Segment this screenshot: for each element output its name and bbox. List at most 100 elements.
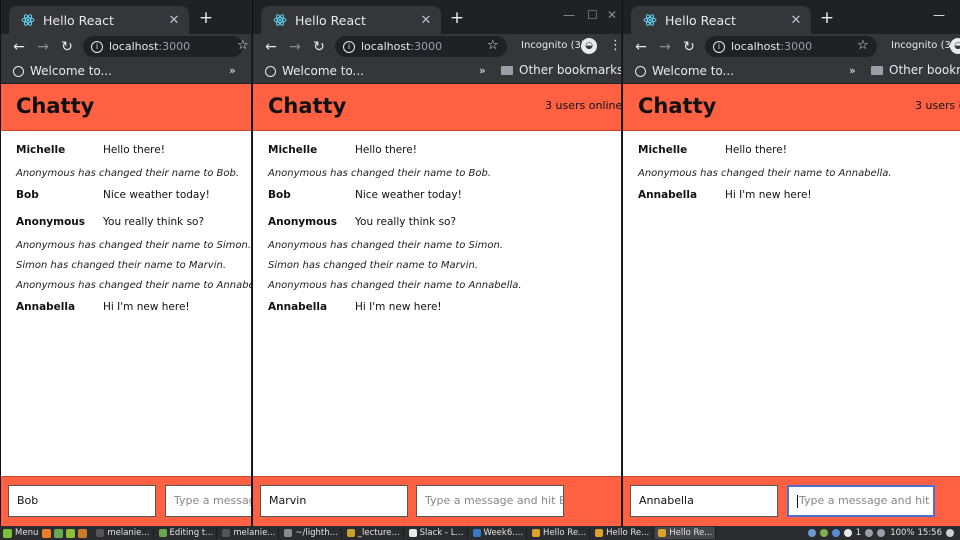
taskbar-window-item[interactable]: melanie... <box>219 527 280 539</box>
address-bar[interactable]: i localhost:3000 <box>83 36 243 57</box>
close-icon[interactable]: ✕ <box>417 13 435 28</box>
reload-icon[interactable]: ↻ <box>307 39 331 55</box>
volume-icon[interactable] <box>865 529 874 537</box>
minimize-icon[interactable]: — <box>933 8 945 22</box>
firefox-launcher-icon[interactable] <box>42 528 52 538</box>
react-logo-icon <box>643 13 657 27</box>
username-input[interactable]: Marvin <box>260 485 408 517</box>
app-icon <box>532 529 541 537</box>
system-notification: Simon has changed their name to Marvin. <box>268 260 478 271</box>
app-icon <box>595 529 604 537</box>
close-icon[interactable]: ✕ <box>787 13 805 28</box>
wifi-icon[interactable] <box>877 529 886 537</box>
kebab-menu-icon[interactable]: ⋮ <box>609 38 621 53</box>
taskbar-window-item[interactable]: _lecture... <box>344 527 404 539</box>
sublime-launcher-icon[interactable] <box>78 528 88 538</box>
tab-hello-react[interactable]: Hello React ✕ <box>9 6 189 34</box>
incognito-icon[interactable]: ◒ <box>950 38 960 54</box>
message-username: Annabella <box>16 301 76 313</box>
taskbar-window-item[interactable]: Hello Re... <box>592 527 654 539</box>
message-input[interactable]: Type a message and hit ENTER <box>787 485 935 517</box>
arrow-left-icon[interactable]: ← <box>7 39 31 55</box>
username-input[interactable]: Bob <box>8 485 156 517</box>
address-host: localhost <box>109 40 159 53</box>
other-bookmarks[interactable]: Other bookmarks <box>501 63 621 77</box>
update-icon[interactable] <box>819 529 828 537</box>
info-icon[interactable]: i <box>91 40 103 53</box>
taskbar-window-item[interactable]: Week6.... <box>470 527 528 539</box>
star-icon[interactable]: ☆ <box>237 38 249 53</box>
taskbar-item-label: Editing t... <box>169 528 214 538</box>
chat-bar: Marvin Type a message and hit ENTER <box>253 476 621 526</box>
browser-toolbar: ← → ↻ i localhost:3000 ☆ Incognito (3) ◒ <box>623 34 960 59</box>
taskbar-window-item[interactable]: ~/lighth... <box>281 527 342 539</box>
minimize-icon[interactable]: — <box>563 8 575 22</box>
taskbar-window-item[interactable]: Editing t... <box>156 527 218 539</box>
message-username: Michelle <box>16 144 66 156</box>
message-input[interactable]: Type a message and hit ENTER <box>416 485 564 517</box>
bookmark-welcome[interactable]: Welcome to... <box>30 64 112 78</box>
message-input[interactable]: Type a message and hit ENTER <box>165 485 251 517</box>
network-icon[interactable] <box>807 529 816 537</box>
arrow-left-icon[interactable]: ← <box>629 39 653 55</box>
star-icon[interactable]: ☆ <box>857 38 869 53</box>
app-icon <box>346 529 355 537</box>
start-menu-label: Menu <box>15 528 39 538</box>
address-host: localhost <box>361 40 411 53</box>
incognito-icon[interactable]: ◒ <box>581 38 597 54</box>
address-port: :3000 <box>780 40 813 53</box>
chevron-double-right-icon[interactable]: » <box>849 64 856 77</box>
power-icon[interactable] <box>946 529 954 537</box>
app-icon <box>408 529 417 537</box>
reload-icon[interactable]: ↻ <box>55 39 79 55</box>
maximize-icon[interactable]: ☐ <box>587 8 598 22</box>
taskbar-window-item[interactable]: Slack - L... <box>406 527 468 539</box>
plus-icon[interactable]: + <box>196 8 216 28</box>
browser-toolbar: ← → ↻ i localhost:3000 ☆ <box>1 34 251 59</box>
plus-icon[interactable]: + <box>447 8 467 28</box>
info-icon[interactable]: i <box>713 40 725 53</box>
globe-icon <box>265 65 276 77</box>
app-icon <box>222 529 231 537</box>
close-icon[interactable]: ✕ <box>165 13 183 28</box>
brand: Chatty <box>16 94 95 118</box>
arrow-left-icon[interactable]: ← <box>259 39 283 55</box>
incognito-label[interactable]: Incognito (3) <box>891 40 955 51</box>
tab-hello-react[interactable]: Hello React ✕ <box>261 6 441 34</box>
message-placeholder: Type a message and hit ENTER <box>799 494 933 507</box>
taskbar-item-label: melanie... <box>233 528 276 538</box>
other-bookmarks[interactable]: Other bookmarks <box>871 63 960 77</box>
clock[interactable]: 15:56 <box>918 528 943 538</box>
taskbar-item-label: Hello Re... <box>606 528 650 538</box>
bookmark-welcome[interactable]: Welcome to... <box>282 64 364 78</box>
app-icon <box>158 529 167 537</box>
tab-hello-react[interactable]: Hello React ✕ <box>631 6 811 34</box>
arrow-right-icon[interactable]: → <box>31 39 55 55</box>
bookmark-welcome[interactable]: Welcome to... <box>652 64 734 78</box>
reload-icon[interactable]: ↻ <box>677 39 701 55</box>
arrow-right-icon[interactable]: → <box>283 39 307 55</box>
bluetooth-icon[interactable] <box>831 529 840 537</box>
taskbar-window-item[interactable]: Hello Re... <box>529 527 591 539</box>
taskbar-window-item[interactable]: Hello Re... <box>655 527 717 539</box>
plus-icon[interactable]: + <box>817 8 837 28</box>
alert-icon[interactable] <box>843 529 852 537</box>
files-launcher-icon[interactable] <box>54 528 64 538</box>
star-icon[interactable]: ☆ <box>487 38 499 53</box>
info-icon[interactable]: i <box>343 40 355 53</box>
username-input[interactable]: Annabella <box>630 485 778 517</box>
address-bar[interactable]: i localhost:3000 <box>705 36 877 57</box>
address-bar[interactable]: i localhost:3000 <box>335 36 507 57</box>
system-notification: Anonymous has changed their name to Anna… <box>268 280 522 291</box>
start-menu-button[interactable]: Menu <box>0 528 42 538</box>
arrow-right-icon[interactable]: → <box>653 39 677 55</box>
taskbar-window-item[interactable]: melanie... <box>93 527 154 539</box>
message-content: You really think so? <box>355 216 457 228</box>
window-close-icon[interactable]: ✕ <box>607 8 617 22</box>
folder-launcher-icon[interactable] <box>66 528 76 538</box>
chevron-double-right-icon[interactable]: » <box>479 64 486 77</box>
message-content: Nice weather today! <box>103 189 210 201</box>
system-notification: Simon has changed their name to Marvin. <box>16 260 226 271</box>
incognito-label[interactable]: Incognito (3) <box>521 40 585 51</box>
chevron-double-right-icon[interactable]: » <box>229 64 236 77</box>
